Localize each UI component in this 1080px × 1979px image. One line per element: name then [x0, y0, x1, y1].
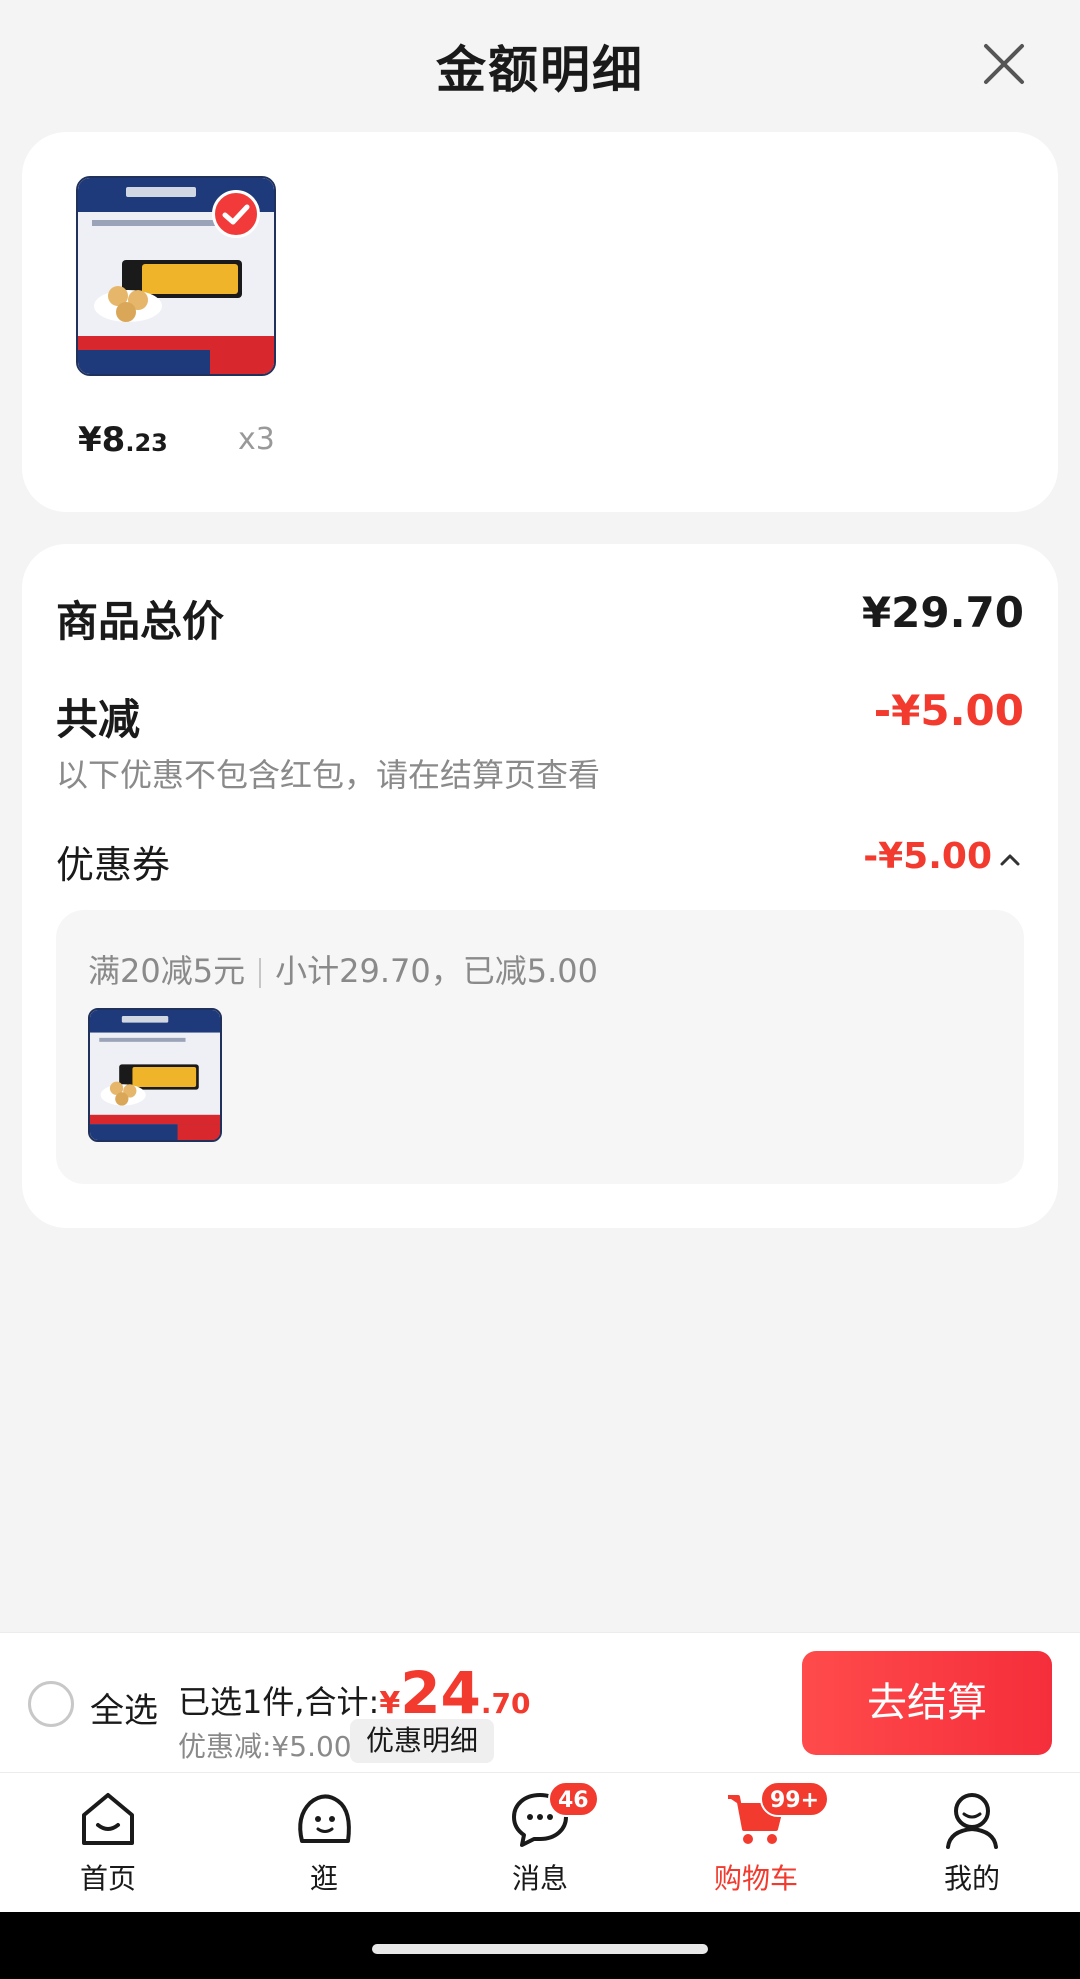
checkout-bar: 全选 已选1件,合计:¥24.70 优惠减:¥5.00 优惠明细 去结算 [0, 1632, 1080, 1772]
select-all-label[interactable]: 全选 [90, 1683, 158, 1732]
checkout-button[interactable]: 去结算 [802, 1651, 1052, 1755]
quantity: x3 [238, 422, 275, 457]
close-icon [984, 44, 1024, 84]
coupon-detail-box: 满20减5元 小计29.70，已减5.00 [56, 910, 1024, 1184]
coupon-summary: 小计29.70，已减5.00 [275, 952, 598, 990]
currency-symbol: ¥ [379, 1686, 401, 1721]
total-value: ¥29.70 [861, 588, 1024, 637]
product-card: ¥8.23 x3 [22, 132, 1058, 512]
browse-icon [298, 1794, 351, 1843]
tab-home[interactable]: 首页 [28, 1787, 188, 1907]
home-indicator[interactable] [372, 1944, 708, 1954]
total-summary: 已选1件,合计:¥24.70 [178, 1659, 531, 1727]
tab-label: 消息 [511, 1862, 568, 1895]
discount-note: 以下优惠不包含红包，请在结算页查看 [56, 756, 601, 794]
system-navigation-area [0, 1912, 1080, 1979]
tab-label: 首页 [79, 1862, 136, 1895]
tab-label: 我的 [943, 1862, 1000, 1895]
chevron-up-icon[interactable] [996, 846, 1024, 874]
tab-cart[interactable]: 99+ 购物车 [676, 1781, 836, 1907]
amount-decimal: .70 [480, 1687, 531, 1720]
coupon-product-image [88, 1008, 222, 1142]
tab-profile[interactable]: 我的 [892, 1787, 1052, 1907]
tab-label: 逛 [309, 1862, 338, 1895]
unit-price: ¥8.23 [78, 420, 168, 460]
select-all-radio[interactable] [28, 1681, 74, 1727]
price-decimal: .23 [125, 429, 168, 457]
message-badge: 46 [548, 1781, 599, 1817]
sheet-header: 金额明细 [0, 0, 1080, 130]
divider [259, 958, 262, 988]
close-button[interactable] [976, 36, 1032, 92]
profile-icon [946, 1793, 998, 1849]
coupon-description: 满20减5元 小计29.70，已减5.00 [88, 946, 598, 992]
coupon-rule: 满20减5元 [88, 952, 246, 990]
selected-check-icon[interactable] [212, 190, 260, 238]
discount-amount: 优惠减:¥5.00 [178, 1730, 352, 1763]
home-icon [82, 1793, 134, 1845]
cart-badge: 99+ [760, 1781, 830, 1817]
amount-integer: 24 [400, 1659, 481, 1727]
coupon-value[interactable]: -¥5.00 [863, 836, 992, 877]
page-title: 金额明细 [436, 41, 644, 99]
tab-browse[interactable]: 逛 [244, 1787, 404, 1907]
price-detail-card: 商品总价 ¥29.70 共减 -¥5.00 以下优惠不包含红包，请在结算页查看 … [22, 544, 1058, 1228]
tab-messages[interactable]: 46 消息 [460, 1781, 620, 1907]
price-main: ¥8 [78, 420, 126, 460]
total-label: 商品总价 [56, 597, 225, 646]
reduce-label: 共减 [56, 695, 141, 744]
discount-detail-button[interactable]: 优惠明细 [350, 1719, 495, 1763]
bottom-tab-bar: 首页 逛 46 消息 99+ 购物车 我的 [0, 1772, 1080, 1912]
summary-prefix: 已选1件,合计: [178, 1683, 380, 1721]
reduce-value: -¥5.00 [873, 686, 1024, 735]
coupon-label: 优惠券 [56, 843, 171, 887]
tab-label: 购物车 [713, 1862, 798, 1895]
